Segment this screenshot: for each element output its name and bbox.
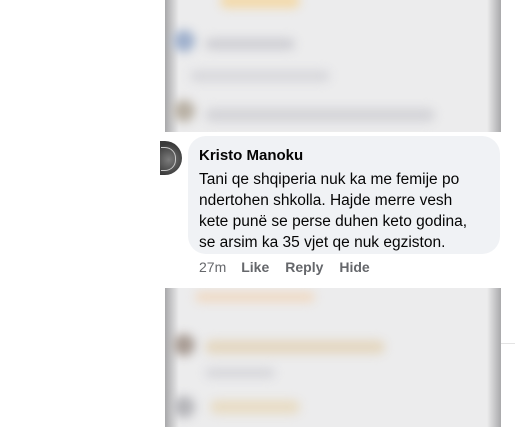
comment-card: Kristo Manoku Tani qe shqiperia nuk ka m… [160, 132, 501, 288]
comment-text-line: Tani qe shqiperia nuk ka me femije po [199, 171, 460, 188]
comment-text-line: kete punë se perse duhen keto godina, [199, 213, 468, 230]
right-margin [501, 0, 515, 427]
reply-button[interactable]: Reply [285, 259, 323, 275]
comment-actions: 27m Like Reply Hide [199, 257, 386, 277]
comment-text-line: se arsim ka 35 vjet qe nuk egziston. [199, 234, 446, 251]
divider [501, 343, 515, 344]
comment-author[interactable]: Kristo Manoku [199, 147, 303, 164]
comment-timestamp[interactable]: 27m [199, 259, 226, 275]
blurred-comments-above [165, 0, 501, 132]
comment-bubble: Kristo Manoku Tani qe shqiperia nuk ka m… [188, 136, 500, 254]
avatar[interactable] [160, 141, 182, 175]
comment-text: Tani qe shqiperia nuk ka me femije po nd… [199, 169, 499, 253]
comment-text-line: ndertohen shkolla. Hajde merre vesh [199, 192, 453, 209]
like-button[interactable]: Like [241, 259, 269, 275]
hide-button[interactable]: Hide [339, 259, 369, 275]
left-blank-area [0, 0, 165, 427]
blurred-comments-below [165, 288, 501, 427]
